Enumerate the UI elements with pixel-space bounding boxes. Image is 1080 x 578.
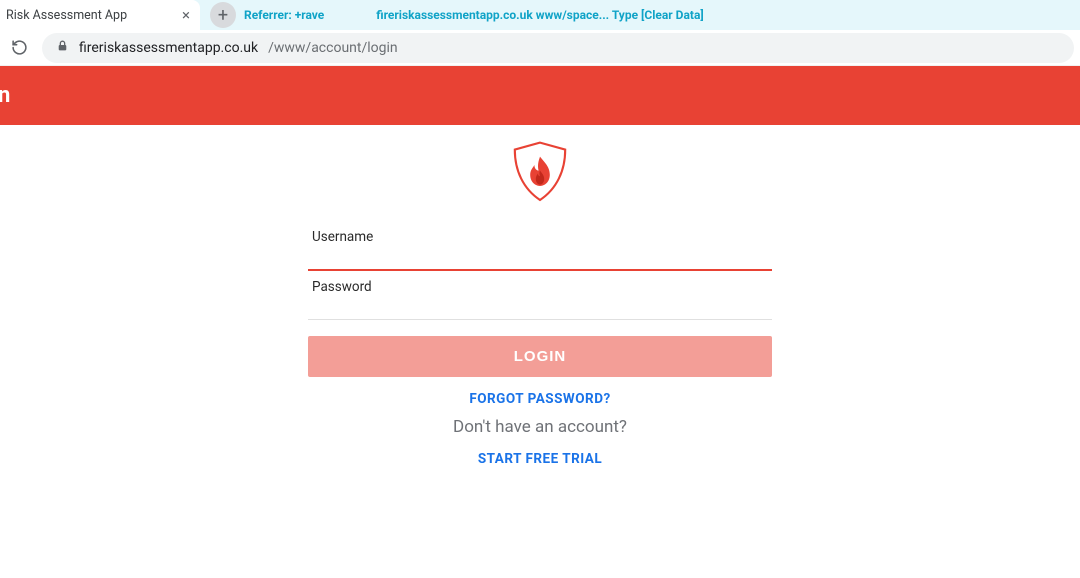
login-button[interactable]: LOGIN [308, 336, 772, 377]
reload-icon [11, 39, 28, 56]
close-icon[interactable]: × [182, 8, 190, 23]
reload-button[interactable] [6, 35, 32, 61]
lock-icon [56, 39, 69, 56]
username-label: Username [312, 229, 768, 245]
browser-toolbar: fireriskassessmentapp.co.uk/www/account/… [0, 30, 1080, 66]
tab-title: Risk Assessment App [6, 8, 127, 23]
forgot-password-link[interactable]: FORGOT PASSWORD? [308, 391, 772, 407]
login-form: Username Password LOGIN FORGOT PASSWORD?… [308, 221, 772, 467]
browser-tab[interactable]: Risk Assessment App × [0, 0, 200, 30]
password-label: Password [312, 279, 768, 295]
app-logo [505, 137, 575, 211]
address-bar[interactable]: fireriskassessmentapp.co.uk/www/account/… [42, 33, 1074, 63]
url-host: fireriskassessmentapp.co.uk [79, 40, 258, 56]
page-banner: n [0, 66, 1080, 125]
infobar-left-text: Referrer: +rave [244, 8, 324, 22]
page-content: Username Password LOGIN FORGOT PASSWORD?… [0, 125, 1080, 467]
start-free-trial-link[interactable]: START FREE TRIAL [308, 451, 772, 467]
banner-text-fragment: n [0, 83, 10, 108]
password-field[interactable]: Password [308, 271, 772, 320]
browser-infobar: Risk Assessment App × + Referrer: +rave … [0, 0, 1080, 30]
url-path: /www/account/login [268, 40, 398, 56]
username-field[interactable]: Username [308, 221, 772, 271]
infobar-center-text: fireriskassessmentapp.co.uk www/space...… [376, 8, 703, 22]
new-tab-button[interactable]: + [210, 2, 236, 28]
shield-flame-icon [505, 137, 575, 207]
no-account-text: Don't have an account? [308, 417, 772, 437]
